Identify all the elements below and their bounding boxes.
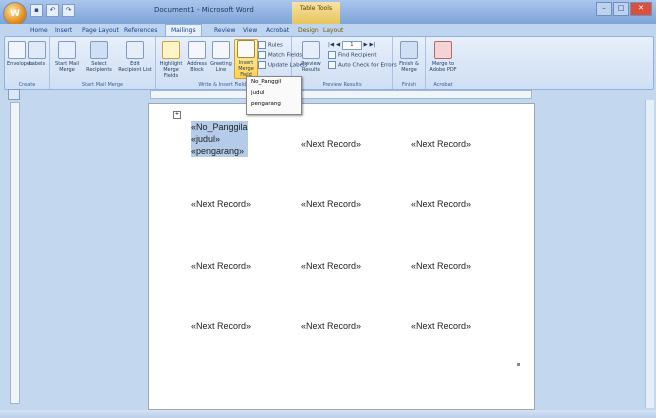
horizontal-ruler[interactable] [150,90,532,99]
merge-fields-cell[interactable]: «No_Panggila «judul» «pengarang» [191,121,248,157]
record-navigator[interactable]: |◀ ◀ 1 ▶ ▶| [328,41,376,50]
tab-layout[interactable]: Layout [323,25,343,36]
group-label-acrobat: Acrobat [433,82,453,88]
vertical-scrollbar[interactable] [645,100,654,408]
tab-insert[interactable]: Insert [55,25,72,36]
minimize-icon[interactable]: – [596,2,612,16]
recipients-icon [90,41,108,59]
next-record-field[interactable]: «Next Record» [191,321,251,331]
group-acrobat: Merge to Adobe PDF Acrobat [426,37,460,89]
greeting-line-icon [212,41,230,59]
next-record-field[interactable]: «Next Record» [191,199,251,209]
undo-icon[interactable]: ↶ [46,4,59,17]
start-mail-merge-button[interactable]: Start Mail Merge [54,41,80,73]
insert-merge-field-button[interactable]: Insert Merge Field [234,39,258,79]
find-recipient-button[interactable]: Find Recipient [328,51,377,59]
office-button[interactable]: W [3,2,27,26]
ruler-toggle-button[interactable] [8,89,20,100]
next-record-field[interactable]: «Next Record» [411,199,471,209]
menu-item-no-panggil[interactable]: No_Panggil [247,77,301,88]
end-of-cell-mark [517,363,520,366]
merge-field-no-panggil[interactable]: «No_Panggila [191,121,248,133]
rules-icon [258,41,266,49]
close-icon[interactable]: ✕ [630,2,652,16]
tab-review[interactable]: Review [214,25,235,36]
group-create: Envelopes Labels Create [5,37,50,89]
office-logo-icon: W [10,9,20,19]
window-title: Document1 - Microsoft Word [154,6,254,14]
ribbon-panel: Envelopes Labels Create Start Mail Merge… [4,36,654,90]
finish-merge-icon [400,41,418,59]
tab-view[interactable]: View [243,25,257,36]
labels-icon [28,41,46,59]
vertical-ruler[interactable] [10,102,20,404]
group-finish: Finish & Merge Finish [393,37,426,89]
document-page[interactable]: + «No_Panggila «judul» «pengarang» «Next… [148,103,535,410]
group-preview-results: Preview Results |◀ ◀ 1 ▶ ▶| Find Recipie… [292,37,397,89]
menu-item-pengarang[interactable]: pengarang [247,99,301,110]
save-icon[interactable]: ▪ [30,4,43,17]
title-bar: W ▪ ↶ ↷ Document1 - Microsoft Word Table… [0,0,656,26]
rules-button[interactable]: Rules [258,41,283,49]
highlight-merge-fields-button[interactable]: Highlight Merge Fields [158,41,184,79]
next-record-field[interactable]: «Next Record» [411,321,471,331]
table-tools-header: Table Tools [292,2,340,24]
maximize-icon[interactable]: □ [613,2,629,16]
next-record-field[interactable]: «Next Record» [301,261,361,271]
finish-merge-button[interactable]: Finish & Merge [396,41,422,73]
ribbon-tabs: Home Insert Page Layout References Maili… [0,24,656,36]
highlight-icon [162,41,180,59]
mail-merge-icon [58,41,76,59]
check-errors-icon [328,61,336,69]
envelopes-button[interactable]: Envelopes [7,41,33,67]
group-start-mail-merge: Start Mail Merge Select Recipients Edit … [50,37,156,89]
greeting-line-button[interactable]: Greeting Line [210,41,232,73]
group-label-preview: Preview Results [322,82,362,88]
tab-page-layout[interactable]: Page Layout [82,25,119,36]
table-move-handle-icon[interactable]: + [173,111,181,119]
next-record-icon[interactable]: ▶ ▶| [362,42,376,48]
next-record-field[interactable]: «Next Record» [301,199,361,209]
next-record-field[interactable]: «Next Record» [301,139,361,149]
match-fields-icon [258,51,266,59]
window-controls: – □ ✕ [595,2,652,16]
next-record-field[interactable]: «Next Record» [191,261,251,271]
status-bar [0,410,656,418]
insert-merge-field-menu: No_Panggil judul pengarang [246,76,302,115]
redo-icon[interactable]: ↷ [62,4,75,17]
preview-icon [302,41,320,59]
group-label-create: Create [18,82,36,88]
tab-references[interactable]: References [124,25,157,36]
insert-field-icon [237,40,255,58]
tab-acrobat[interactable]: Acrobat [266,25,289,36]
record-number-input[interactable]: 1 [341,41,362,50]
tab-home[interactable]: Home [30,25,48,36]
envelope-icon [8,41,26,59]
edit-list-icon [126,41,144,59]
next-record-field[interactable]: «Next Record» [411,139,471,149]
group-label-finish: Finish [401,82,417,88]
group-label-start-mail-merge: Start Mail Merge [81,82,124,88]
labels-button[interactable]: Labels [27,41,47,67]
merge-field-judul[interactable]: «judul» [191,133,248,145]
find-icon [328,51,336,59]
edit-recipient-list-button[interactable]: Edit Recipient List [118,41,152,73]
next-record-field[interactable]: «Next Record» [301,321,361,331]
first-record-icon[interactable]: |◀ ◀ [328,42,342,48]
address-block-button[interactable]: Address Block [186,41,208,73]
quick-access-toolbar: ▪ ↶ ↷ [30,4,75,17]
address-block-icon [188,41,206,59]
tab-mailings[interactable]: Mailings [165,24,202,36]
merge-field-pengarang[interactable]: «pengarang» [191,145,248,157]
preview-results-button[interactable]: Preview Results [298,41,324,73]
pdf-icon [434,41,452,59]
tab-design[interactable]: Design [298,25,319,36]
menu-item-judul[interactable]: judul [247,88,301,99]
select-recipients-button[interactable]: Select Recipients [84,41,114,73]
auto-check-errors-button[interactable]: Auto Check for Errors [328,61,397,69]
next-record-field[interactable]: «Next Record» [411,261,471,271]
update-labels-icon [258,61,266,69]
merge-to-pdf-button[interactable]: Merge to Adobe PDF [429,41,457,73]
